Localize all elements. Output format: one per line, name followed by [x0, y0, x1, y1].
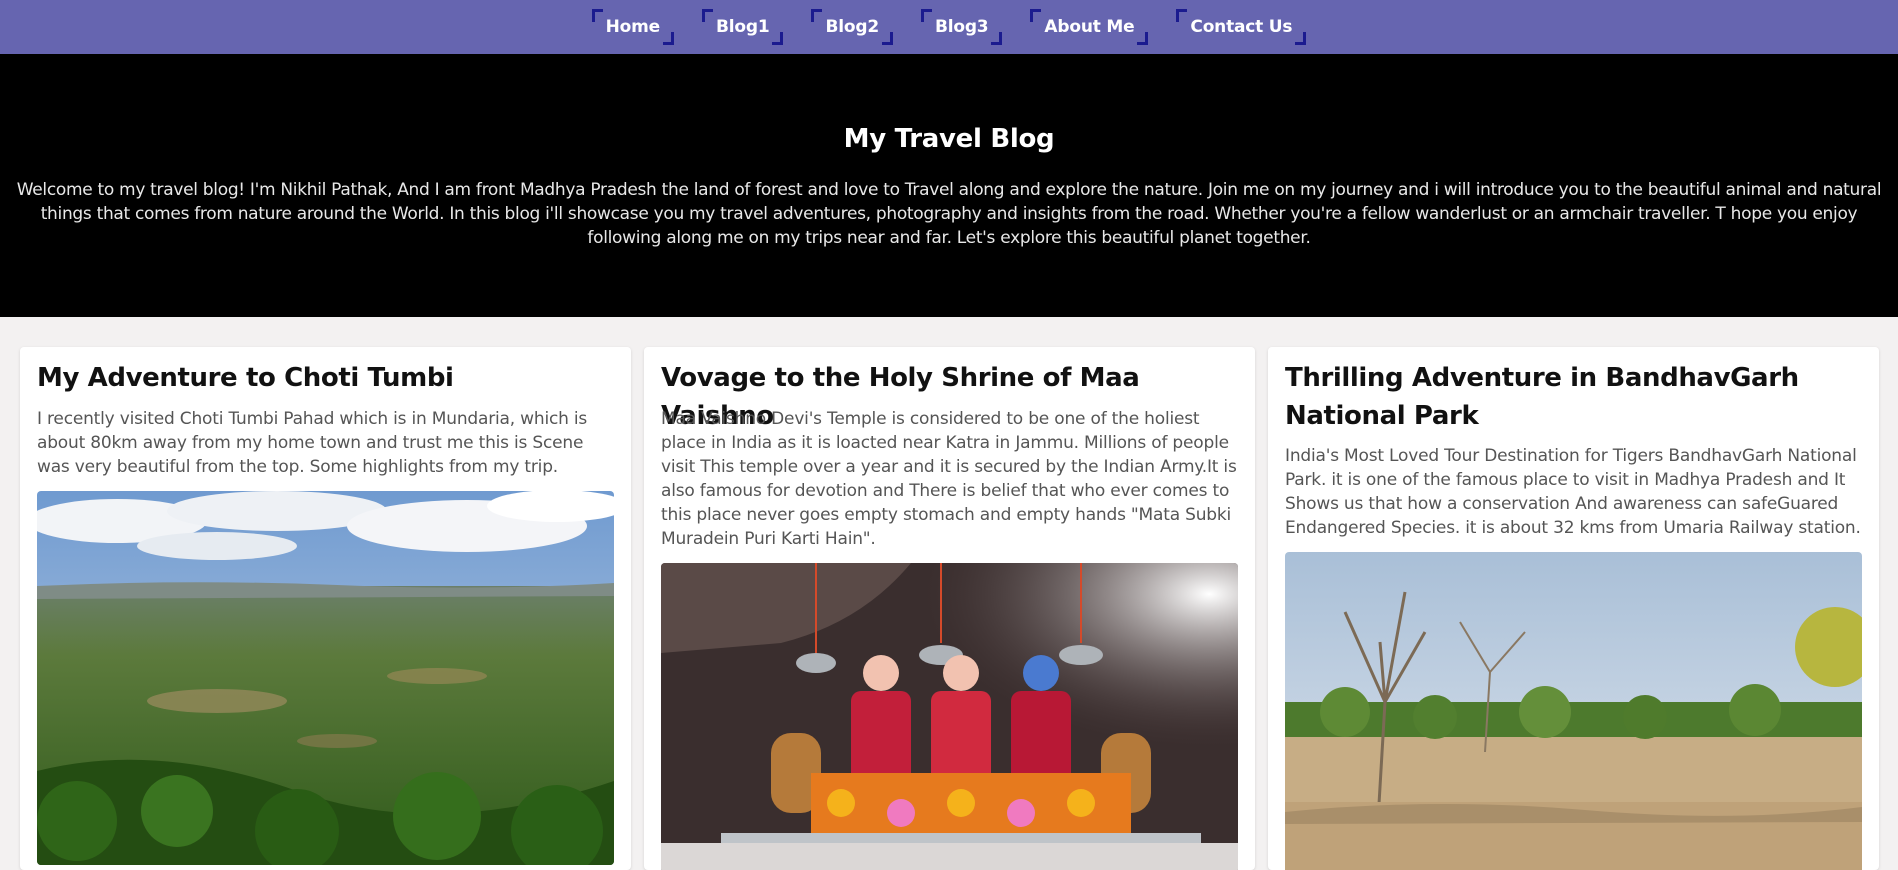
hero-section: My Travel Blog Welcome to my travel blog…: [0, 54, 1898, 317]
top-navigation-bar: Home Blog1 Blog2 Blog3 About Me Contact …: [0, 0, 1898, 54]
card-description: Maa Vaishno Devi's Temple is considered …: [661, 409, 1237, 549]
blog-card-bandhavgarh[interactable]: Thrilling Adventure in BandhavGarh Natio…: [1268, 347, 1879, 870]
hero-intro-text: Welcome to my travel blog! I'm Nikhil Pa…: [16, 180, 1882, 248]
card-title: Thrilling Adventure in BandhavGarh Natio…: [1285, 363, 1799, 431]
nav-link-about-me[interactable]: About Me: [1030, 9, 1149, 45]
card-description: India's Most Loved Tour Destination for …: [1285, 446, 1861, 538]
temple-photo: [661, 563, 1238, 870]
card-description: I recently visited Choti Tumbi Pahad whi…: [37, 409, 588, 477]
nav-link-blog1[interactable]: Blog1: [702, 9, 784, 45]
nav-link-blog2[interactable]: Blog2: [811, 9, 894, 45]
blog-card-choti-tumbi[interactable]: My Adventure to Choti Tumbi I recently v…: [20, 347, 631, 870]
hero-title: My Travel Blog: [843, 124, 1055, 154]
blog-card-maa-vaishno[interactable]: Vovage to the Holy Shrine of Maa Vaishno…: [644, 347, 1255, 870]
nav-link-blog3[interactable]: Blog3: [920, 9, 1003, 45]
national-park-photo: [1285, 552, 1862, 870]
nav-link-home[interactable]: Home: [591, 9, 675, 45]
nav-list: Home Blog1 Blog2 Blog3 About Me Contact …: [0, 0, 1898, 54]
landscape-photo: [37, 491, 614, 865]
card-title: My Adventure to Choti Tumbi: [37, 363, 454, 393]
nav-link-contact-us[interactable]: Contact Us: [1176, 9, 1307, 45]
